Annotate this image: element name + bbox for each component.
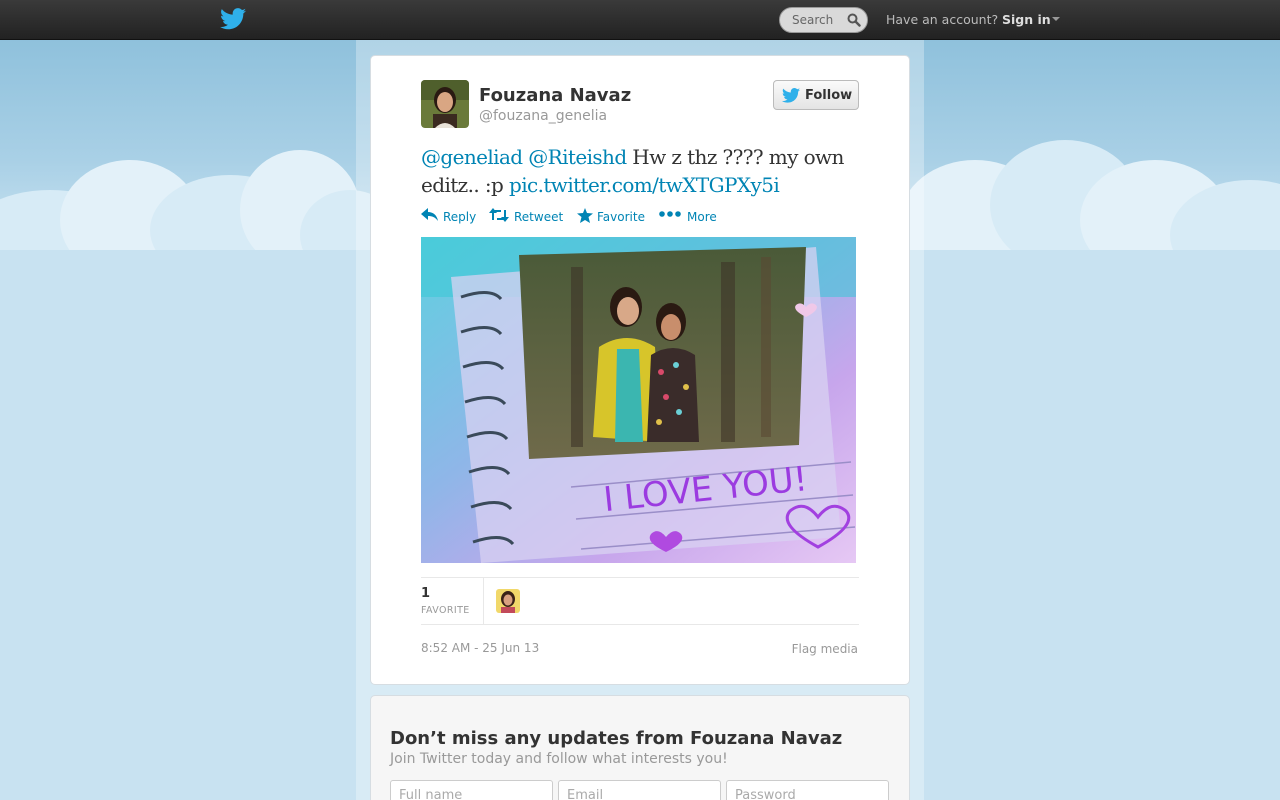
search-input[interactable]: Search <box>792 13 833 27</box>
profile-screen-name[interactable]: @fouzana_genelia <box>479 108 607 124</box>
search-box[interactable]: Search <box>779 7 868 33</box>
mention-link[interactable]: @Riteishd <box>528 145 627 169</box>
sign-in-link[interactable]: Sign in <box>1002 12 1051 27</box>
signup-card: Don’t miss any updates from Fouzana Nava… <box>370 695 910 800</box>
retweet-label: Retweet <box>514 210 564 224</box>
search-icon[interactable] <box>847 13 861 27</box>
signup-subtitle: Join Twitter today and follow what inter… <box>390 751 728 767</box>
follow-button[interactable]: Follow <box>773 80 859 110</box>
tweet-text: @geneliad @Riteishd Hw z thz ???? my own… <box>421 143 861 199</box>
favorite-button[interactable]: Favorite <box>577 208 651 226</box>
twitter-bird-icon <box>782 88 800 103</box>
reply-button[interactable]: Reply <box>421 208 481 226</box>
flag-media-link[interactable]: Flag media <box>792 642 858 656</box>
favorite-label: Favorite <box>597 210 645 224</box>
divider <box>483 578 484 625</box>
chevron-down-icon[interactable] <box>1052 17 1060 21</box>
favoriter-avatar[interactable] <box>496 589 520 613</box>
tweet-stats: 1 FAVORITE <box>421 577 859 625</box>
mention-link[interactable]: @geneliad <box>421 145 523 169</box>
email-field[interactable] <box>558 780 721 800</box>
password-field[interactable] <box>726 780 889 800</box>
full-name-field[interactable] <box>390 780 553 800</box>
tweet-card: Fouzana Navaz @fouzana_genelia Follow @g… <box>370 55 910 685</box>
more-button[interactable]: More <box>659 208 719 226</box>
signup-title: Don’t miss any updates from Fouzana Nava… <box>390 728 843 749</box>
media-link[interactable]: pic.twitter.com/twXTGPXy5i <box>509 173 780 197</box>
reply-icon <box>421 208 438 221</box>
tweet-timestamp[interactable]: 8:52 AM - 25 Jun 13 <box>421 641 539 655</box>
follow-label: Follow <box>805 88 853 103</box>
avatar[interactable] <box>421 80 469 128</box>
star-icon <box>577 208 593 223</box>
more-label: More <box>687 210 717 224</box>
have-account-text: Have an account? <box>886 12 999 27</box>
top-navigation-bar: Search Have an account? Sign in <box>0 0 1280 40</box>
reply-label: Reply <box>443 210 477 224</box>
favorite-count[interactable]: 1 <box>421 586 430 601</box>
more-dots-icon <box>659 211 681 217</box>
tweet-media-image[interactable]: I LOVE YOU! <box>421 237 856 563</box>
retweet-icon <box>489 208 509 222</box>
retweet-button[interactable]: Retweet <box>489 208 567 226</box>
twitter-bird-icon[interactable] <box>220 8 246 30</box>
favorite-count-label: FAVORITE <box>421 605 470 616</box>
profile-full-name[interactable]: Fouzana Navaz <box>479 85 631 106</box>
